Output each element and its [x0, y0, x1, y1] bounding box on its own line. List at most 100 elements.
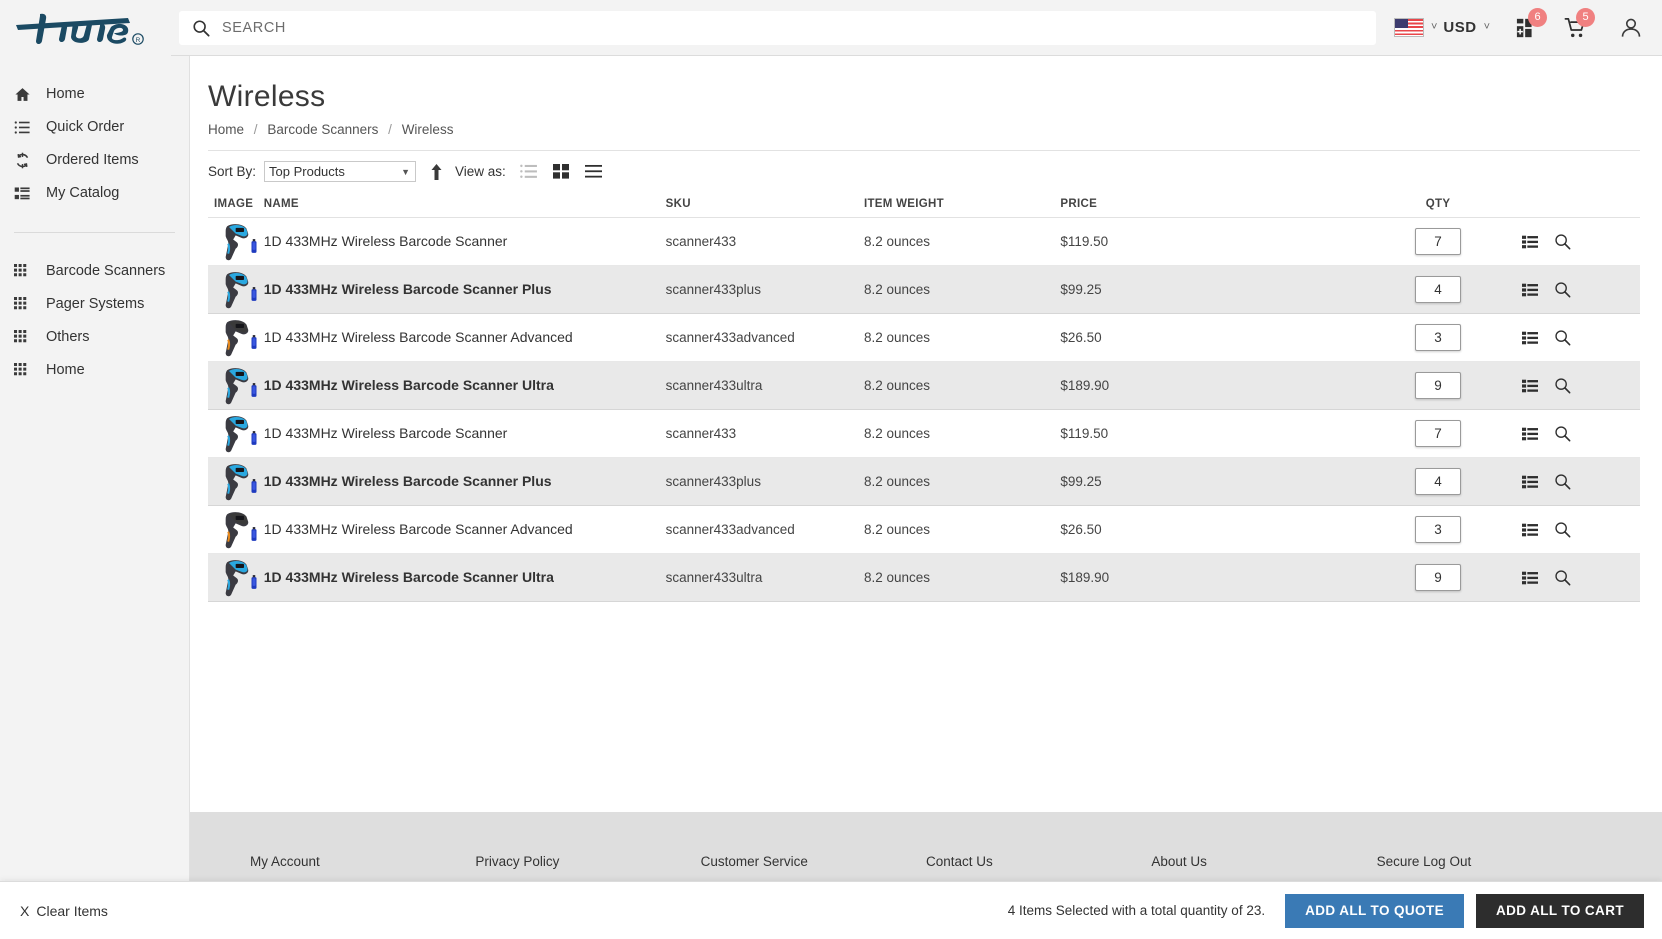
sort-by-select[interactable]: Top Products ▼ — [264, 161, 417, 182]
sidebar-item-quick-order[interactable]: Quick Order — [0, 111, 189, 144]
product-sku: scanner433advanced — [665, 521, 795, 537]
quantity-input[interactable] — [1415, 372, 1462, 399]
footer-link-my-account[interactable]: My Account — [250, 854, 475, 869]
product-weight: 8.2 ounces — [863, 425, 931, 441]
cell-qty — [1354, 361, 1522, 410]
quote-list-button[interactable]: 6 — [1510, 7, 1547, 46]
footer-link-secure-log-out[interactable]: Secure Log Out — [1377, 854, 1602, 869]
cell-actions — [1521, 553, 1640, 602]
quick-view-icon[interactable] — [1554, 521, 1571, 538]
table-view-icon[interactable] — [584, 164, 602, 179]
cart-count-badge: 5 — [1576, 7, 1595, 27]
product-name-link[interactable]: 1D 433MHz Wireless Barcode Scanner Plus — [264, 473, 552, 489]
sidebar-item-my-catalog[interactable]: My Catalog — [0, 177, 189, 210]
footer-link-customer-service[interactable]: Customer Service — [701, 854, 926, 869]
table-row[interactable]: 1D 433MHz Wireless Barcode Scanner scanne… — [208, 217, 1640, 266]
sort-direction-button[interactable] — [430, 163, 443, 180]
cell-name: 1D 433MHz Wireless Barcode Scanner Ultra — [263, 361, 666, 410]
sort-by-label: Sort By: — [208, 164, 257, 179]
table-row[interactable]: 1D 433MHz Wireless Barcode Scanner Ultra… — [208, 361, 1640, 410]
quick-view-icon[interactable] — [1554, 281, 1571, 298]
add-to-list-icon[interactable] — [1521, 235, 1538, 249]
table-row[interactable]: 1D 433MHz Wireless Barcode Scanner Plus s… — [208, 265, 1640, 314]
quick-view-icon[interactable] — [1554, 377, 1571, 394]
sidebar-item-home[interactable]: Home — [0, 78, 189, 111]
add-all-to-cart-button[interactable]: ADD ALL TO CART — [1476, 893, 1644, 928]
quick-view-icon[interactable] — [1554, 329, 1571, 346]
sidebar-item-pager-systems[interactable]: Pager Systems — [0, 288, 189, 321]
sidebar-item-others[interactable]: Others — [0, 321, 189, 354]
footer-link-contact-us[interactable]: Contact Us — [926, 854, 1151, 869]
clear-items-button[interactable]: X Clear Items — [20, 903, 108, 919]
table-row[interactable]: 1D 433MHz Wireless Barcode Scanner Plus s… — [208, 457, 1640, 506]
sort-by-value: Top Products — [269, 164, 345, 179]
add-to-list-icon[interactable] — [1521, 571, 1538, 585]
cell-item-weight: 8.2 ounces — [863, 313, 1061, 362]
add-to-list-icon[interactable] — [1521, 331, 1538, 345]
brand-logo[interactable]: R — [0, 0, 171, 56]
quantity-input[interactable] — [1415, 468, 1462, 495]
us-flag-icon[interactable] — [1393, 18, 1424, 37]
product-name-link[interactable]: 1D 433MHz Wireless Barcode Scanner Ultra — [264, 569, 554, 585]
quick-view-icon[interactable] — [1554, 425, 1571, 442]
product-name-link[interactable]: 1D 433MHz Wireless Barcode Scanner — [264, 425, 508, 441]
add-to-list-icon[interactable] — [1521, 427, 1538, 441]
sidebar-item-barcode-scanners[interactable]: Barcode Scanners — [0, 255, 189, 288]
product-sku: scanner433 — [665, 425, 737, 441]
user-account-button[interactable] — [1614, 10, 1648, 46]
product-name-link[interactable]: 1D 433MHz Wireless Barcode Scanner Advan… — [264, 329, 573, 345]
table-row[interactable]: 1D 433MHz Wireless Barcode Scanner Advan… — [208, 505, 1640, 554]
list-view-icon[interactable] — [519, 164, 537, 179]
shopping-cart-button[interactable]: 5 — [1558, 7, 1595, 46]
add-to-list-icon[interactable] — [1521, 475, 1538, 489]
quick-view-icon[interactable] — [1554, 569, 1571, 586]
quick-view-icon[interactable] — [1554, 473, 1571, 490]
product-name-link[interactable]: 1D 433MHz Wireless Barcode Scanner Advan… — [264, 521, 573, 537]
table-row[interactable]: 1D 433MHz Wireless Barcode Scanner scanne… — [208, 409, 1640, 458]
sidebar-item-ordered-items[interactable]: Ordered Items — [0, 144, 189, 177]
quantity-input[interactable] — [1415, 420, 1462, 447]
cell-name: 1D 433MHz Wireless Barcode Scanner — [263, 409, 666, 458]
cell-image — [208, 553, 264, 602]
table-row[interactable]: 1D 433MHz Wireless Barcode Scanner Ultra… — [208, 553, 1640, 602]
sidebar-item-home-category[interactable]: Home — [0, 354, 189, 387]
grid-view-icon[interactable] — [552, 164, 569, 179]
add-to-list-icon[interactable] — [1521, 283, 1538, 297]
cell-item-weight: 8.2 ounces — [863, 361, 1061, 410]
locale-chevron-down-icon[interactable]: ˅ — [1431, 22, 1437, 33]
currency-chevron-down-icon[interactable]: ˅ — [1484, 22, 1490, 33]
footer-link-about-us[interactable]: About Us — [1151, 854, 1376, 869]
product-price: $26.50 — [1060, 521, 1102, 537]
quick-view-icon[interactable] — [1554, 233, 1571, 250]
product-name-link[interactable]: 1D 433MHz Wireless Barcode Scanner — [264, 233, 508, 249]
breadcrumb-item-home[interactable]: Home — [208, 122, 244, 137]
quantity-input[interactable] — [1415, 276, 1462, 303]
footer-links: My Account Privacy Policy Customer Servi… — [190, 812, 1662, 869]
global-search[interactable] — [178, 10, 1376, 45]
product-weight: 8.2 ounces — [863, 329, 931, 345]
product-price: $119.50 — [1060, 233, 1109, 249]
quantity-input[interactable] — [1415, 228, 1462, 255]
add-all-to-quote-button[interactable]: ADD ALL TO QUOTE — [1285, 893, 1464, 928]
search-input[interactable] — [221, 12, 1363, 43]
cell-image — [208, 361, 264, 410]
table-header: IMAGE NAME SKU ITEM WEIGHT PRICE QTY — [208, 198, 1640, 218]
close-icon: X — [20, 902, 30, 919]
quantity-input[interactable] — [1415, 516, 1462, 543]
quantity-input[interactable] — [1415, 324, 1462, 351]
add-to-list-icon[interactable] — [1521, 523, 1538, 537]
table-row[interactable]: 1D 433MHz Wireless Barcode Scanner Advan… — [208, 313, 1640, 362]
table-body: 1D 433MHz Wireless Barcode Scanner scanne… — [208, 217, 1640, 602]
product-price: $119.50 — [1060, 425, 1109, 441]
product-thumbnail-icon — [225, 463, 257, 500]
footer-link-privacy-policy[interactable]: Privacy Policy — [475, 854, 700, 869]
product-name-link[interactable]: 1D 433MHz Wireless Barcode Scanner Ultra — [264, 377, 554, 393]
product-thumbnail-icon — [225, 511, 257, 548]
currency-label[interactable]: USD — [1443, 19, 1476, 36]
product-name-link[interactable]: 1D 433MHz Wireless Barcode Scanner Plus — [264, 281, 552, 297]
quantity-input[interactable] — [1415, 564, 1462, 591]
breadcrumb-item-barcode-scanners[interactable]: Barcode Scanners — [267, 122, 378, 137]
product-price: $189.90 — [1060, 377, 1110, 393]
add-to-list-icon[interactable] — [1521, 379, 1538, 393]
product-thumbnail-icon — [225, 415, 257, 452]
